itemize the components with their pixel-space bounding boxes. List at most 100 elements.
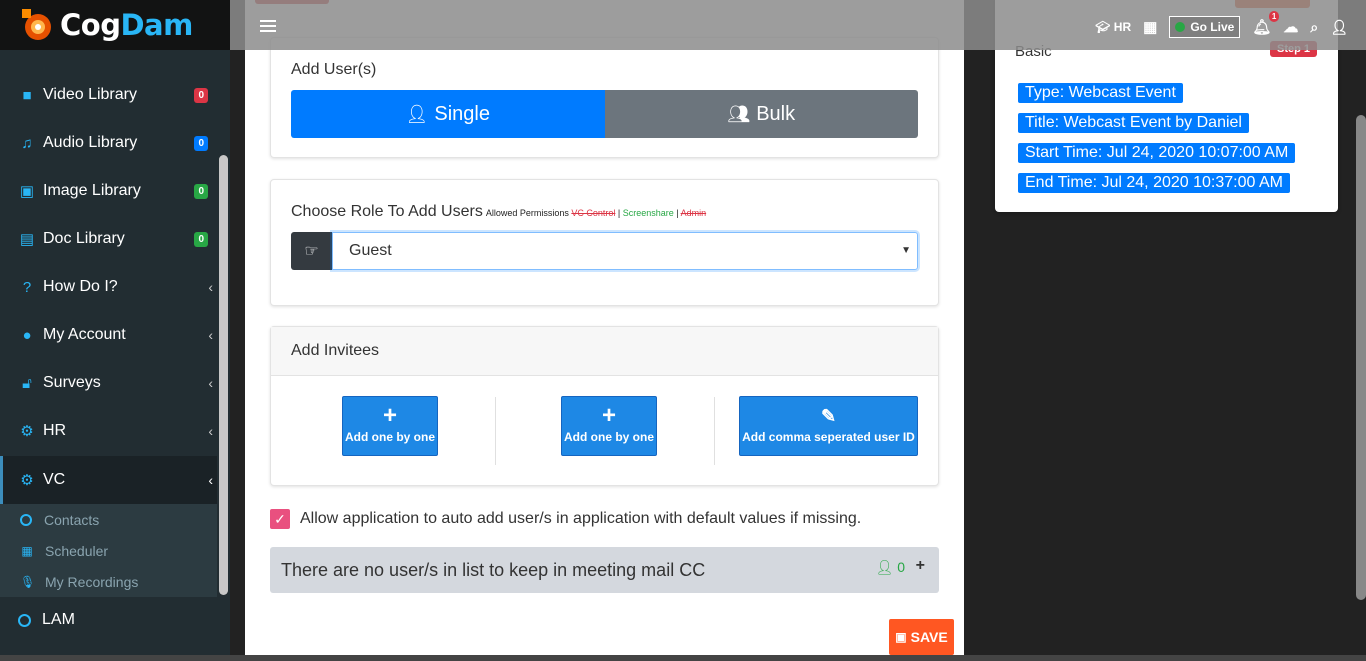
live-dot-icon	[1175, 22, 1186, 32]
add-comma-separated-button[interactable]: ✎ Add comma seperated user ID	[739, 396, 918, 456]
plus-icon: +	[601, 402, 616, 429]
event-end-chip: End Time: Jul 24, 2020 10:37:00 AM	[1018, 173, 1290, 193]
allowed-permissions: Allowed Permissions VC Control | Screens…	[485, 208, 707, 218]
sidebar-item-label: My Recordings	[45, 573, 139, 590]
count-badge: 0	[194, 231, 208, 247]
gears-icon: ⚙	[20, 472, 34, 489]
sidebar-item-video-library[interactable]: ■ Video Library 0	[0, 71, 217, 119]
save-icon: ▣	[895, 630, 907, 644]
sidebar-item-vc[interactable]: ⚙ VC ‹	[0, 456, 217, 504]
edit-icon: ✎	[820, 406, 837, 426]
sidebar-item-label: VC	[43, 471, 66, 488]
vc-submenu: Contacts ▦ Scheduler 🎙︎ My Recordings	[0, 504, 217, 597]
hand-pointer-icon: ☞	[291, 232, 332, 270]
video-icon: ■	[22, 86, 32, 104]
calendar-icon[interactable]: ▦	[1143, 18, 1157, 36]
role-selected-value: Guest	[349, 242, 392, 259]
chevron-left-icon: ‹	[208, 279, 213, 295]
music-icon: ♫	[21, 134, 33, 152]
sidebar-subitem-my-recordings[interactable]: 🎙︎ My Recordings	[0, 566, 217, 597]
role-title: Choose Role To Add Users	[291, 203, 483, 220]
auto-add-option: ✓ Allow application to auto add user/s i…	[270, 509, 861, 529]
sidebar-item-surveys[interactable]: 🔓︎ Surveys ‹	[0, 359, 217, 407]
cc-list-bar: There are no user/s in list to keep in m…	[270, 547, 939, 593]
button-label: Add one by one	[345, 430, 435, 444]
chevron-down-icon: ‹	[208, 472, 213, 488]
add-one-by-one-button-2[interactable]: + Add one by one	[561, 396, 657, 456]
sidebar-item-image-library[interactable]: ▣ Image Library 0	[0, 167, 217, 215]
notifications-button[interactable]: 🔔︎ 1	[1252, 11, 1280, 36]
auto-add-label: Allow application to auto add user/s in …	[300, 510, 862, 527]
user-menu-icon[interactable]: 👤︎	[1330, 19, 1348, 36]
cc-count: 👤︎ 0	[876, 559, 905, 576]
single-button[interactable]: 👤︎ Single	[291, 90, 605, 138]
perm-screenshare: Screenshare	[622, 208, 674, 218]
sidebar-item-label: HR	[43, 422, 67, 439]
top-tab-stub	[255, 0, 329, 4]
sidebar-item-lam[interactable]: LAM	[0, 598, 217, 642]
permissions-prefix: Allowed Permissions	[485, 208, 569, 218]
chevron-left-icon: ‹	[208, 375, 213, 391]
sidebar-item-label: Video Library	[43, 86, 137, 103]
sidebar-item-doc-library[interactable]: ▤ Doc Library 0	[0, 215, 217, 263]
sidebar-item-my-account[interactable]: ● My Account ‹	[0, 311, 217, 359]
user-icon: ●	[22, 326, 32, 344]
cc-message: There are no user/s in list to keep in m…	[281, 559, 706, 580]
cloud-upload-icon[interactable]: ☁	[1283, 18, 1298, 36]
image-icon: ▣	[19, 183, 35, 200]
sidebar-item-audio-library[interactable]: ♫ Audio Library 0	[0, 119, 217, 167]
graduation-cap-icon: 🎓︎	[1095, 20, 1111, 34]
menu-toggle-icon[interactable]	[260, 20, 276, 35]
save-label: SAVE	[910, 629, 948, 645]
document-icon: ▤	[19, 231, 35, 248]
role-card: Choose Role To Add Users Allowed Permiss…	[270, 179, 939, 306]
sidebar-scrollbar[interactable]	[219, 155, 228, 595]
add-cc-button[interactable]: +	[916, 557, 925, 575]
bulk-button[interactable]: 👥︎ Bulk	[604, 90, 918, 138]
logo[interactable]: CogDam	[18, 6, 193, 44]
sidebar-item-label: Surveys	[43, 374, 101, 391]
count-badge: 0	[194, 87, 208, 103]
unlock-icon: 🔓︎	[22, 374, 32, 392]
sidebar-item-label: My Account	[43, 326, 126, 343]
logo-icon	[22, 9, 51, 40]
microphone-icon: 🎙︎	[20, 574, 36, 589]
sidebar-item-label: Contacts	[44, 511, 100, 528]
user-mode-toggle: 👤︎ Single 👥︎ Bulk	[291, 90, 918, 138]
user-icon: 👤︎	[875, 559, 894, 575]
cc-count-value: 0	[897, 559, 905, 575]
logo-text: CogDam	[60, 8, 193, 42]
perm-vc-control: VC Control	[571, 208, 616, 218]
sidebar-subitem-scheduler[interactable]: ▦ Scheduler	[0, 535, 217, 566]
plus-icon: +	[382, 402, 397, 429]
sidebar-item-label: Scheduler	[45, 542, 109, 559]
sidebar-item-hr[interactable]: ⚙ HR ‹	[0, 407, 217, 455]
search-icon[interactable]: ⌕	[1310, 19, 1318, 36]
divider	[714, 397, 715, 465]
auto-add-checkbox[interactable]: ✓	[270, 509, 290, 529]
sidebar-item-label: Doc Library	[43, 230, 125, 247]
go-live-button[interactable]: Go Live	[1169, 16, 1241, 38]
bell-icon: 🔔︎	[1252, 19, 1272, 36]
page-scrollbar[interactable]	[1356, 115, 1366, 600]
hr-link[interactable]: 🎓︎ HR	[1095, 20, 1131, 34]
calendar-icon: ▦	[21, 543, 33, 558]
sidebar-item-how-do-i[interactable]: ? How Do I? ‹	[0, 263, 217, 311]
gears-icon: ⚙	[20, 423, 34, 440]
sidebar: ■ Video Library 0 ♫ Audio Library 0 ▣ Im…	[0, 0, 230, 661]
button-label: Add comma seperated user ID	[742, 430, 915, 444]
circle-icon	[18, 613, 31, 627]
add-one-by-one-button-1[interactable]: + Add one by one	[342, 396, 438, 456]
chevron-down-icon: ▼	[901, 245, 911, 256]
step-badge: Step 1	[1269, 41, 1317, 57]
bottom-strip	[0, 655, 1366, 661]
main-content: Add User(s) 👤︎ Single 👥︎ Bulk Choose Rol…	[245, 0, 964, 661]
add-users-card: Add User(s) 👤︎ Single 👥︎ Bulk	[270, 37, 939, 158]
role-select[interactable]: Guest ▼	[332, 232, 918, 270]
event-start-chip: Start Time: Jul 24, 2020 10:07:00 AM	[1018, 143, 1296, 163]
top-tab-stub	[1235, 0, 1310, 8]
add-users-title: Add User(s)	[291, 61, 377, 78]
user-icon: 👤︎	[405, 103, 429, 124]
sidebar-subitem-contacts[interactable]: Contacts	[0, 504, 217, 535]
save-button[interactable]: ▣ SAVE	[889, 619, 954, 655]
